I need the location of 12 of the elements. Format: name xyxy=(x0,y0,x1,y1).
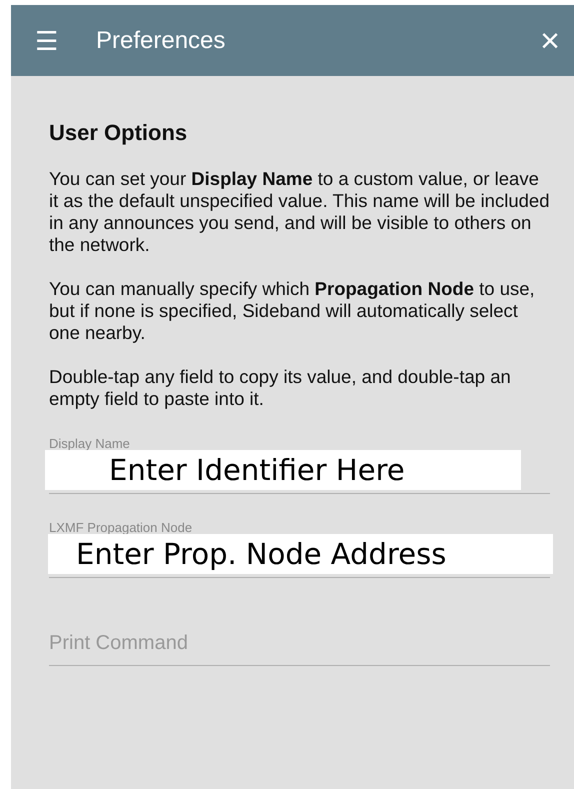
toolbar-title: Preferences xyxy=(96,26,226,56)
section-heading: User Options xyxy=(49,120,188,146)
field-label: LXMF Propagation Node xyxy=(49,519,194,534)
close-button[interactable]: × xyxy=(540,24,560,58)
menu-icon[interactable]: ☰ xyxy=(35,28,58,54)
text-field[interactable]: Enter Prop. Node Address xyxy=(48,534,553,574)
text-field[interactable]: Print Command xyxy=(49,624,550,662)
field-label: Display Name xyxy=(49,435,131,450)
text-field[interactable]: Enter Identifier Here xyxy=(45,450,521,490)
description-paragraph: You can manually specify which Propagation Node to use, but if none is specified, Sideband will automatically select one nearby. xyxy=(49,278,536,344)
description-paragraph: You can set your Display Name to a custom value, or leave it as the default unspecified value. This name will be included in any announces you send, and will be visible to others on the network. xyxy=(49,168,550,256)
description-paragraph: Double-tap any field to copy its value, and double-tap an empty field to paste into it. xyxy=(49,366,512,410)
